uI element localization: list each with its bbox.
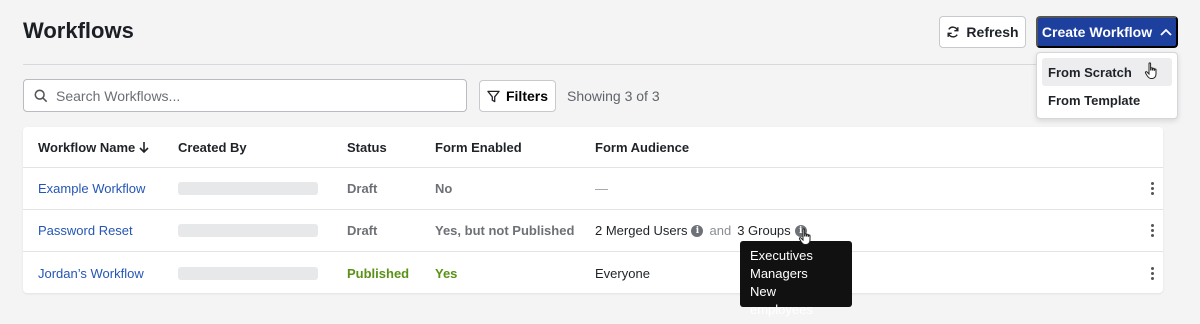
created-by-placeholder — [178, 266, 318, 280]
column-header-created-by[interactable]: Created By — [178, 140, 247, 155]
form-audience-cell: 2 Merged Users i and 3 Groups i — [595, 223, 807, 238]
tooltip-line: Managers — [750, 266, 808, 281]
create-workflow-button[interactable]: Create Workflow — [1036, 16, 1178, 48]
workflow-name-link[interactable]: Password Reset — [38, 223, 133, 238]
form-enabled-text: Yes — [435, 265, 458, 281]
workflow-name-link[interactable]: Jordan’s Workflow — [38, 266, 144, 281]
column-header-status[interactable]: Status — [347, 140, 387, 155]
row-actions-kebab-icon[interactable] — [1151, 182, 1154, 195]
info-icon[interactable]: i — [691, 224, 704, 237]
groups-text: 3 Groups — [737, 223, 791, 238]
tooltip-line: New employees — [750, 284, 813, 317]
table-row[interactable]: Example Workflow Draft No — — [23, 168, 1163, 210]
refresh-button[interactable]: Refresh — [939, 16, 1026, 48]
workflows-table: Workflow Name Created By Status Form Ena… — [23, 127, 1163, 293]
filter-icon — [487, 90, 500, 102]
form-enabled-text: Yes, but not Published — [435, 223, 575, 238]
form-audience-text: Everyone — [595, 265, 650, 281]
result-count: Showing 3 of 3 — [567, 88, 660, 104]
status-text: Published — [347, 265, 410, 281]
column-header-name-label: Workflow Name — [38, 139, 136, 155]
and-text: and — [709, 223, 732, 238]
menu-item-from-template[interactable]: From Template — [1042, 86, 1172, 114]
sort-down-arrow-icon — [139, 142, 149, 153]
row-actions-kebab-icon[interactable] — [1151, 266, 1154, 280]
row-actions-kebab-icon[interactable] — [1151, 224, 1154, 237]
form-enabled-text: No — [435, 181, 453, 196]
created-by-placeholder — [178, 224, 318, 237]
table-row[interactable]: Jordan’s Workflow Published Yes Everyone — [23, 252, 1163, 294]
status-text: Draft — [347, 223, 378, 238]
hand-cursor-icon — [798, 228, 811, 245]
hand-cursor-icon — [1144, 62, 1157, 79]
filters-button[interactable]: Filters — [479, 80, 556, 112]
search-icon — [34, 89, 48, 102]
merged-users-text: 2 Merged Users — [595, 223, 688, 238]
page-title: Workflows — [23, 18, 134, 43]
column-header-name[interactable]: Workflow Name — [38, 140, 149, 155]
created-by-placeholder — [178, 182, 318, 195]
chevron-up-icon — [1160, 28, 1172, 36]
filters-label: Filters — [505, 88, 548, 104]
form-audience-text: — — [595, 181, 608, 196]
refresh-icon — [947, 26, 959, 38]
column-header-form-enabled[interactable]: Form Enabled — [435, 140, 522, 155]
header-divider — [23, 64, 1163, 65]
workflow-name-link[interactable]: Example Workflow — [38, 181, 145, 196]
table-header: Workflow Name Created By Status Form Ena… — [23, 127, 1163, 168]
groups-tooltip: Executives Managers New employees — [740, 241, 852, 317]
refresh-label: Refresh — [966, 24, 1019, 40]
create-workflow-label: Create Workflow — [1041, 24, 1153, 40]
status-text: Draft — [347, 181, 378, 196]
tooltip-line: Executives — [750, 248, 813, 263]
table-row[interactable]: Password Reset Draft Yes, but not Publis… — [23, 210, 1163, 252]
search-field[interactable] — [23, 79, 467, 112]
search-input[interactable] — [56, 87, 436, 104]
column-header-form-audience[interactable]: Form Audience — [595, 140, 689, 155]
